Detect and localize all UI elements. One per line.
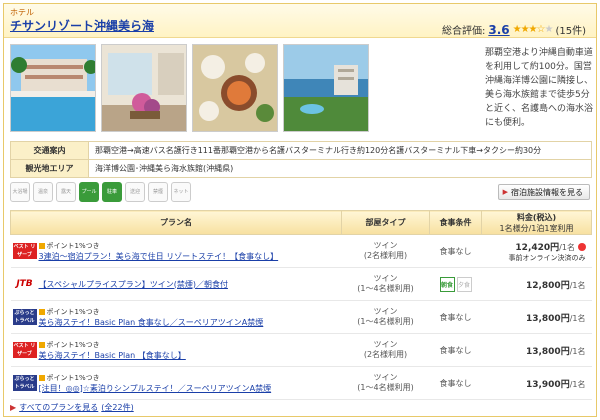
room-type: ツイン (2名様利用) [341, 333, 430, 367]
hotel-description: 那覇空港より沖縄自動車道を利用して約100分。国営沖縄海洋博公園に隣接し、美ら海… [485, 48, 594, 128]
rating-score-link[interactable]: 3.6 [488, 23, 509, 37]
pool-photo[interactable] [10, 44, 96, 132]
plan-name-link[interactable]: 3連泊～宿泊プラン！美ら海で住日 リゾートステイ！【食事なし】 [39, 251, 342, 262]
hotel-detail-label: 宿泊施設情報を見る [511, 187, 583, 197]
provider-logo-text: ぷらっと トラベル [12, 375, 37, 391]
online-payment-note: 事前オンライン決済のみ [508, 253, 586, 262]
shuttle-icon: 送迎 [125, 182, 145, 202]
internet-icon: ネット [171, 182, 191, 202]
meal-condition: 食事なし [429, 300, 482, 334]
plan-col-header: プラン名 [10, 210, 342, 235]
table-row: ぷらっと トラベル ポイント1%つき [注目！◎◎]☆素泊りシンプルステイ！／ス… [10, 366, 592, 400]
dinner-icon: 夕食 [456, 276, 472, 292]
plan-provider-logo: ぷらっと トラベル [10, 300, 39, 334]
provider-logo-text: ぷらっと トラベル [12, 309, 37, 325]
table-row: JTB 【スペシャルプライスプラン】ツイン(禁煙)／朝食付 ツイン (1～4名様利… [10, 267, 592, 301]
table-row: ぷらっと トラベル ポイント1%つき 美ら海ステイ！Basic Plan 食事な… [10, 300, 592, 334]
all-plans-label: すべてのプランを見る [19, 403, 99, 412]
plan-table-header: プラン名 部屋タイプ 食事条件 料金(税込) 1名様分/1泊1室利用 [10, 210, 592, 235]
provider-logo-text: JTB [12, 276, 37, 292]
sight-label: 観光地エリア [10, 159, 89, 178]
breakfast-icon: 朝食 [439, 276, 455, 292]
room-type: ツイン (1～4名様利用) [341, 366, 430, 400]
point-badge: ポイント1%つき [38, 307, 342, 317]
plan-provider-logo: JTB [10, 267, 39, 301]
sight-value: 海洋博公園･沖縄美ら海水族館(沖縄県) [88, 159, 592, 178]
meal-photo[interactable] [192, 44, 278, 132]
access-value: 那覇空港→高速バス名護行き111番那覇空港から名護バスターミナル行き約120分名… [88, 141, 592, 160]
plan-name-link[interactable]: 美ら海ステイ！Basic Plan 食事なし／スーペリアツインA禁煙 [39, 317, 342, 328]
rating-label: 総合評価: [441, 26, 486, 37]
review-count: (15件) [555, 26, 586, 37]
meal-condition: 食事なし [429, 234, 482, 268]
access-label: 交通案内 [10, 141, 89, 160]
price-header-sub: 1名様分/1泊1室利用 [499, 223, 574, 233]
price-cell: 13,800円/1名 [481, 333, 592, 367]
arrow-right-icon: ▶ [502, 188, 508, 196]
price-cell: 12,420円/1名 事前オンライン決済のみ [481, 234, 592, 268]
coin-icon [577, 243, 586, 251]
plan-cell: ポイント1%つき 美ら海ステイ！Basic Plan 【食事なし】 [38, 333, 342, 367]
plan-cell: 【スペシャルプライスプラン】ツイン(禁煙)／朝食付 [38, 267, 342, 301]
room-type: ツイン (1～4名様利用) [341, 267, 430, 301]
room-type: ツイン (2名様利用) [341, 234, 430, 268]
plan-table: プラン名 部屋タイプ 食事条件 料金(税込) 1名様分/1泊1室利用 ベスト リザ… [10, 210, 592, 400]
coast-photo[interactable] [283, 44, 369, 132]
parking-icon: 駐車 [102, 182, 122, 202]
rating-stars-icon: ★★★☆★ [512, 24, 554, 35]
point-badge: ポイント1%つき [38, 241, 342, 251]
plan-cell: ポイント1%つき [注目！◎◎]☆素泊りシンプルステイ！／スーペリアツインA禁煙 [38, 366, 342, 400]
plan-cell: ポイント1%つき 美ら海ステイ！Basic Plan 食事なし／スーペリアツイン… [38, 300, 342, 334]
price-header-label: 料金(税込) [516, 212, 557, 222]
arrow-right-icon: ▶ [10, 403, 17, 412]
price-value: 13,900円 [525, 379, 570, 390]
hotel-card: ホテル チサンリゾート沖縄美ら海 総合評価: 3.6 ★★★☆★ (15件) 那… [3, 3, 597, 417]
plan-cell: ポイント1%つき 3連泊～宿泊プラン！美ら海で住日 リゾートステイ！【食事なし】 [38, 234, 342, 268]
table-row: ベスト リザーブ ポイント1%つき 美ら海ステイ！Basic Plan 【食事な… [10, 333, 592, 367]
point-badge: ポイント1%つき [38, 373, 342, 383]
plan-provider-logo: ぷらっと トラベル [10, 366, 39, 400]
meal-condition: 朝食 夕食 [429, 267, 482, 301]
price-cell: 13,900円/1名 [481, 366, 592, 400]
all-plans-count: (全22件) [101, 403, 134, 412]
price-value: 12,420円 [515, 242, 560, 253]
hotel-header: ホテル チサンリゾート沖縄美ら海 総合評価: 3.6 ★★★☆★ (15件) [4, 4, 596, 38]
plan-name-link[interactable]: 美ら海ステイ！Basic Plan 【食事なし】 [39, 350, 342, 361]
provider-logo-text: ベスト リザーブ [12, 342, 37, 358]
price-cell: 13,800円/1名 [481, 300, 592, 334]
meal-condition: 食事なし [429, 366, 482, 400]
lobby-photo[interactable] [101, 44, 187, 132]
price-cell: 12,800円/1名 [481, 267, 592, 301]
hotel-detail-button[interactable]: ▶ 宿泊施設情報を見る [497, 184, 590, 200]
point-badge: ポイント1%つき [38, 340, 342, 350]
bath-icon: 大浴場 [10, 182, 30, 202]
room-col-header: 部屋タイプ [341, 210, 430, 235]
pool-icon: プール [79, 182, 99, 202]
plan-provider-logo: ベスト リザーブ [10, 234, 39, 268]
open-air-bath-icon: 露天 [56, 182, 76, 202]
meal-col-header: 食事条件 [429, 210, 482, 235]
table-row: ベスト リザーブ ポイント1%つき 3連泊～宿泊プラン！美ら海で住日 リゾートス… [10, 234, 592, 268]
rating: 総合評価: 3.6 ★★★☆★ (15件) [441, 22, 586, 38]
non-smoking-icon: 禁煙 [148, 182, 168, 202]
photo-strip [10, 44, 369, 132]
plan-name-link[interactable]: [注目！◎◎]☆素泊りシンプルステイ！／スーペリアツインA禁煙 [39, 383, 342, 394]
hotel-name-link[interactable]: チサンリゾート沖縄美ら海 [10, 17, 154, 34]
price-value: 13,800円 [525, 313, 570, 324]
price-value: 12,800円 [525, 280, 570, 291]
info-table: 交通案内 那覇空港→高速バス名護行き111番那覇空港から名護バスターミナル行き約… [10, 141, 592, 178]
plan-name-link[interactable]: 【スペシャルプライスプラン】ツイン(禁煙)／朝食付 [39, 279, 342, 290]
amenity-icons: 大浴場 温泉 露天 プール 駐車 送迎 禁煙 ネット [10, 182, 191, 202]
meal-condition: 食事なし [429, 333, 482, 367]
room-type: ツイン (1～4名様利用) [341, 300, 430, 334]
provider-logo-text: ベスト リザーブ [12, 243, 37, 259]
onsen-icon: 温泉 [33, 182, 53, 202]
plan-provider-logo: ベスト リザーブ [10, 333, 39, 367]
all-plans-link[interactable]: ▶ すべてのプランを見る (全22件) [10, 402, 134, 413]
price-col-header: 料金(税込) 1名様分/1泊1室利用 [481, 210, 592, 235]
price-value: 13,800円 [525, 346, 570, 357]
